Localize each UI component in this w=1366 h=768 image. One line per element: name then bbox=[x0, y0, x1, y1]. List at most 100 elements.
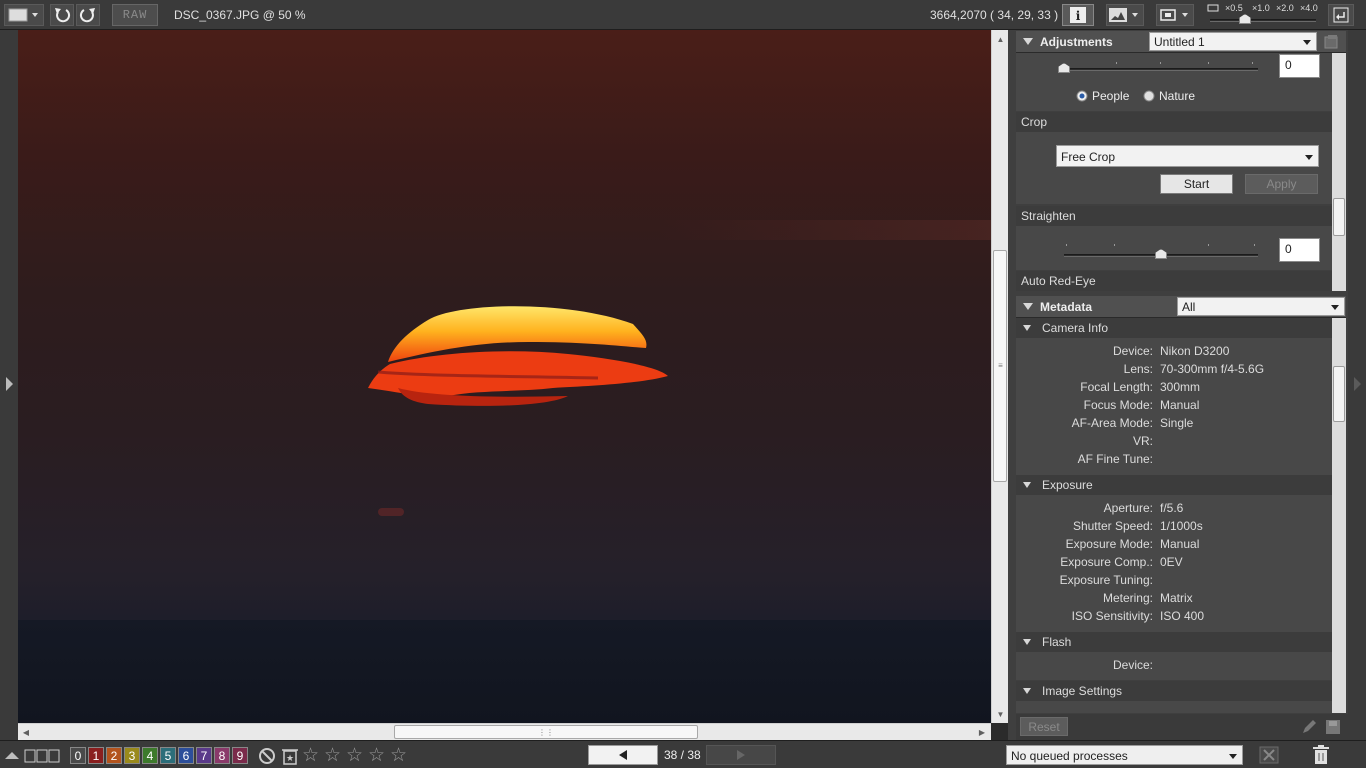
zoom-slider-track[interactable] bbox=[1210, 19, 1316, 22]
collapse-metadata-icon[interactable] bbox=[1023, 303, 1033, 310]
radio-nature-icon[interactable] bbox=[1143, 90, 1155, 102]
crop-mode-dropdown[interactable]: Free Crop bbox=[1056, 145, 1319, 167]
rotate-right-button[interactable] bbox=[76, 4, 100, 26]
image-pager: 38 / 38 bbox=[664, 748, 701, 762]
adjustments-scrollbar[interactable] bbox=[1332, 53, 1346, 291]
collapse-exposure-icon[interactable] bbox=[1023, 482, 1031, 488]
camera-row: Lens: 70-300mm f/4-5.6G bbox=[1016, 360, 1339, 378]
straighten-value-field[interactable]: 0 bbox=[1279, 238, 1320, 262]
info-button[interactable]: i bbox=[1062, 4, 1094, 26]
image-viewer[interactable] bbox=[18, 30, 991, 723]
straighten-header[interactable]: Straighten bbox=[1016, 206, 1339, 226]
exposure-key: Exposure Tuning: bbox=[1059, 573, 1153, 587]
small-cloud bbox=[378, 508, 404, 516]
chevron-down-icon bbox=[1229, 754, 1237, 759]
scroll-left-icon[interactable]: ◀ bbox=[20, 726, 32, 738]
bottom-toolbar: 0123456789 ★ ☆ ☆ ☆ ☆ ☆ 38 / 38 No queued pro… bbox=[0, 740, 1366, 768]
scroll-right-icon[interactable]: ▶ bbox=[976, 726, 988, 738]
color-label-5[interactable]: 5 bbox=[160, 747, 176, 764]
left-panel-toggle[interactable] bbox=[0, 30, 18, 740]
camera-key: Device: bbox=[1112, 344, 1153, 358]
color-label-4[interactable]: 4 bbox=[142, 747, 158, 764]
color-label-3[interactable]: 3 bbox=[124, 747, 140, 764]
crop-start-button[interactable]: Start bbox=[1160, 174, 1233, 194]
viewer-horizontal-scrollbar[interactable]: ◀ ⋮⋮ ▶ bbox=[18, 723, 991, 740]
image-settings-header[interactable]: Image Settings bbox=[1016, 681, 1339, 701]
trash-icon[interactable] bbox=[1312, 745, 1330, 765]
viewer-vertical-scrollbar[interactable]: ▲ ≡ ▼ bbox=[991, 30, 1008, 723]
histogram-button[interactable] bbox=[1106, 4, 1144, 26]
scroll-down-icon[interactable]: ▼ bbox=[994, 708, 1007, 720]
previous-image-button[interactable] bbox=[588, 745, 658, 765]
auto-red-eye-header[interactable]: Auto Red-Eye bbox=[1016, 271, 1339, 291]
reject-icon[interactable] bbox=[258, 747, 276, 765]
color-label-7[interactable]: 7 bbox=[196, 747, 212, 764]
crop-header[interactable]: Crop bbox=[1016, 112, 1339, 132]
exposure-row: Aperture: f/5.6 bbox=[1016, 499, 1339, 517]
metadata-scrollbar[interactable] bbox=[1332, 318, 1346, 713]
fit-screen-icon bbox=[1160, 9, 1188, 21]
view-mode-button[interactable] bbox=[4, 4, 44, 26]
histogram-icon bbox=[1109, 8, 1138, 22]
return-icon bbox=[1333, 7, 1349, 23]
crop-apply-button[interactable]: Apply bbox=[1245, 174, 1318, 194]
rotate-left-button[interactable] bbox=[50, 4, 74, 26]
radio-people-icon[interactable] bbox=[1076, 90, 1088, 102]
camera-info-title: Camera Info bbox=[1042, 321, 1109, 335]
edit-pen-icon[interactable] bbox=[1300, 718, 1318, 736]
camera-row: Focal Length: 300mm bbox=[1016, 378, 1339, 396]
color-label-6[interactable]: 6 bbox=[178, 747, 194, 764]
metadata-filter-dropdown[interactable]: All bbox=[1177, 297, 1345, 316]
collapse-image-settings-icon[interactable] bbox=[1023, 688, 1031, 694]
preset-save-icon[interactable] bbox=[1322, 33, 1342, 51]
collapse-adjustments-icon[interactable] bbox=[1023, 38, 1033, 45]
color-label-8[interactable]: 8 bbox=[214, 747, 230, 764]
reset-button[interactable]: Reset bbox=[1020, 717, 1068, 736]
camera-row: AF Fine Tune: bbox=[1016, 450, 1339, 468]
adjustments-scroll-thumb[interactable] bbox=[1333, 198, 1345, 236]
star-3-icon[interactable]: ☆ bbox=[346, 744, 363, 767]
zoom-slider-thumb[interactable] bbox=[1238, 14, 1251, 24]
collapse-flash-icon[interactable] bbox=[1023, 639, 1031, 645]
preset-dropdown[interactable]: Untitled 1 bbox=[1149, 32, 1317, 51]
color-label-2[interactable]: 2 bbox=[106, 747, 122, 764]
star-2-icon[interactable]: ☆ bbox=[324, 744, 341, 767]
exposure-key: Aperture: bbox=[1103, 501, 1153, 515]
exposure-value: Manual bbox=[1160, 537, 1200, 551]
scroll-up-icon[interactable]: ▲ bbox=[994, 33, 1007, 45]
cancel-queue-icon[interactable] bbox=[1259, 746, 1279, 764]
save-disk-icon[interactable] bbox=[1324, 718, 1342, 736]
exposure-header[interactable]: Exposure bbox=[1016, 475, 1339, 495]
delete-rating-icon[interactable]: ★ bbox=[280, 746, 300, 766]
fit-screen-button[interactable] bbox=[1156, 4, 1194, 26]
radio-people-label[interactable]: People bbox=[1092, 89, 1129, 103]
queue-dropdown[interactable]: No queued processes bbox=[1006, 745, 1243, 765]
slider-tick bbox=[1066, 244, 1067, 246]
star-1-icon[interactable]: ☆ bbox=[302, 744, 319, 767]
camera-key: VR: bbox=[1132, 434, 1153, 448]
color-label-1[interactable]: 1 bbox=[88, 747, 104, 764]
metadata-scroll-thumb[interactable] bbox=[1333, 366, 1345, 422]
color-label-0[interactable]: 0 bbox=[70, 747, 86, 764]
star-5-icon[interactable]: ☆ bbox=[390, 744, 407, 767]
next-image-button[interactable] bbox=[706, 745, 776, 765]
camera-key: AF Fine Tune: bbox=[1077, 452, 1153, 466]
flash-header[interactable]: Flash bbox=[1016, 632, 1339, 652]
star-4-icon[interactable]: ☆ bbox=[368, 744, 385, 767]
camera-info-header[interactable]: Camera Info bbox=[1016, 318, 1339, 338]
filmstrip-toggle-icon[interactable] bbox=[4, 749, 20, 761]
collapse-camera-info-icon[interactable] bbox=[1023, 325, 1031, 331]
color-label-9[interactable]: 9 bbox=[232, 747, 248, 764]
metadata-title: Metadata bbox=[1040, 300, 1093, 314]
crop-title: Crop bbox=[1021, 115, 1048, 129]
right-panel-toggle[interactable] bbox=[1348, 30, 1366, 740]
raw-button[interactable]: RAW bbox=[112, 4, 158, 26]
adjustment-slider-track[interactable] bbox=[1064, 68, 1258, 71]
camera-row: AF-Area Mode: Single bbox=[1016, 414, 1339, 432]
radio-nature-label[interactable]: Nature bbox=[1159, 89, 1195, 103]
return-button[interactable] bbox=[1328, 4, 1354, 26]
exposure-key: Metering: bbox=[1102, 591, 1153, 605]
adjustment-value-field[interactable]: 0 bbox=[1279, 54, 1320, 78]
slider-tick bbox=[1208, 244, 1209, 246]
filmstrip-layout-icon[interactable] bbox=[24, 749, 60, 763]
